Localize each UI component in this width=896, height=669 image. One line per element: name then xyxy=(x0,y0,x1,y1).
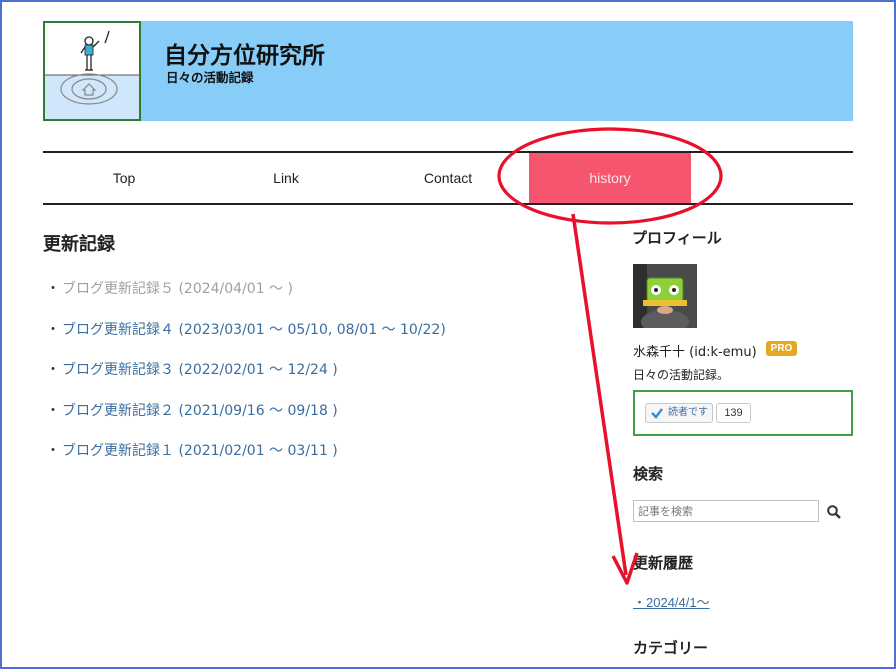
search-heading: 検索 xyxy=(633,465,664,483)
list-bullet: ・ xyxy=(46,321,60,338)
record-link[interactable]: ブログ更新記録４ (2023/03/01 ～ 05/10, 08/01 ～ 10… xyxy=(62,322,446,338)
list-bullet: ・ xyxy=(46,281,60,297)
list-item[interactable]: ・ブログ更新記録４ (2023/03/01 ～ 05/10, 08/01 ～ 1… xyxy=(46,319,446,360)
avatar-image xyxy=(633,264,697,328)
nav-top[interactable]: Top xyxy=(43,153,205,203)
check-icon xyxy=(651,408,663,419)
site-title[interactable]: 自分方位研究所 xyxy=(164,36,325,70)
logo-image xyxy=(45,30,139,119)
record-link[interactable]: ブログ更新記録２ (2021/09/16 ～ 09/18 ) xyxy=(62,403,338,419)
list-bullet: ・ xyxy=(46,402,60,419)
record-link[interactable]: ブログ更新記録１ (2021/02/01 ～ 03/11 ) xyxy=(62,443,338,459)
reader-button-label: 読者です xyxy=(668,407,708,418)
reader-button[interactable]: 読者です xyxy=(645,403,713,423)
history-link[interactable]: ・2024/4/1〜 xyxy=(633,592,710,611)
record-link[interactable]: ブログ更新記録３ (2022/02/01 ～ 12/24 ) xyxy=(62,362,338,378)
reader-count: 139 xyxy=(716,403,751,423)
list-bullet: ・ xyxy=(46,362,60,378)
nav-history[interactable]: history xyxy=(529,153,691,203)
site-logo[interactable] xyxy=(43,21,141,121)
page-title: 更新記録 xyxy=(43,234,115,255)
search-icon xyxy=(827,505,841,519)
profile-heading: プロフィール xyxy=(632,229,722,247)
site-subtitle: 日々の活動記録 xyxy=(166,70,254,85)
history-heading: 更新履歴 xyxy=(633,554,694,572)
global-nav: Top Link Contact history xyxy=(43,151,853,205)
list-item[interactable]: ・ブログ更新記録２ (2021/09/16 ～ 09/18 ) xyxy=(46,400,446,441)
list-item[interactable]: ・ブログ更新記録５ (2024/04/01 ～ ) xyxy=(46,278,446,319)
category-heading: カテゴリー xyxy=(633,639,709,657)
list-item[interactable]: ・ブログ更新記録３ (2022/02/01 ～ 12/24 ) xyxy=(46,359,446,400)
list-item[interactable]: ・ブログ更新記録１ (2021/02/01 ～ 03/11 ) xyxy=(46,440,446,481)
search-input[interactable] xyxy=(633,500,819,522)
nav-link[interactable]: Link xyxy=(205,153,367,203)
list-bullet: ・ xyxy=(46,443,60,459)
nav-contact[interactable]: Contact xyxy=(367,153,529,203)
profile-name[interactable]: 水森千十 (id:k-emu) xyxy=(633,341,757,360)
record-list: ・ブログ更新記録５ (2024/04/01 ～ ) ・ブログ更新記録４ (202… xyxy=(46,278,446,481)
search-button[interactable] xyxy=(826,504,842,520)
record-link[interactable]: ブログ更新記録５ (2024/04/01 ～ ) xyxy=(62,281,293,297)
pro-badge: PRO xyxy=(766,341,797,356)
avatar[interactable] xyxy=(633,264,697,328)
profile-description: 日々の活動記録。 xyxy=(633,368,730,382)
